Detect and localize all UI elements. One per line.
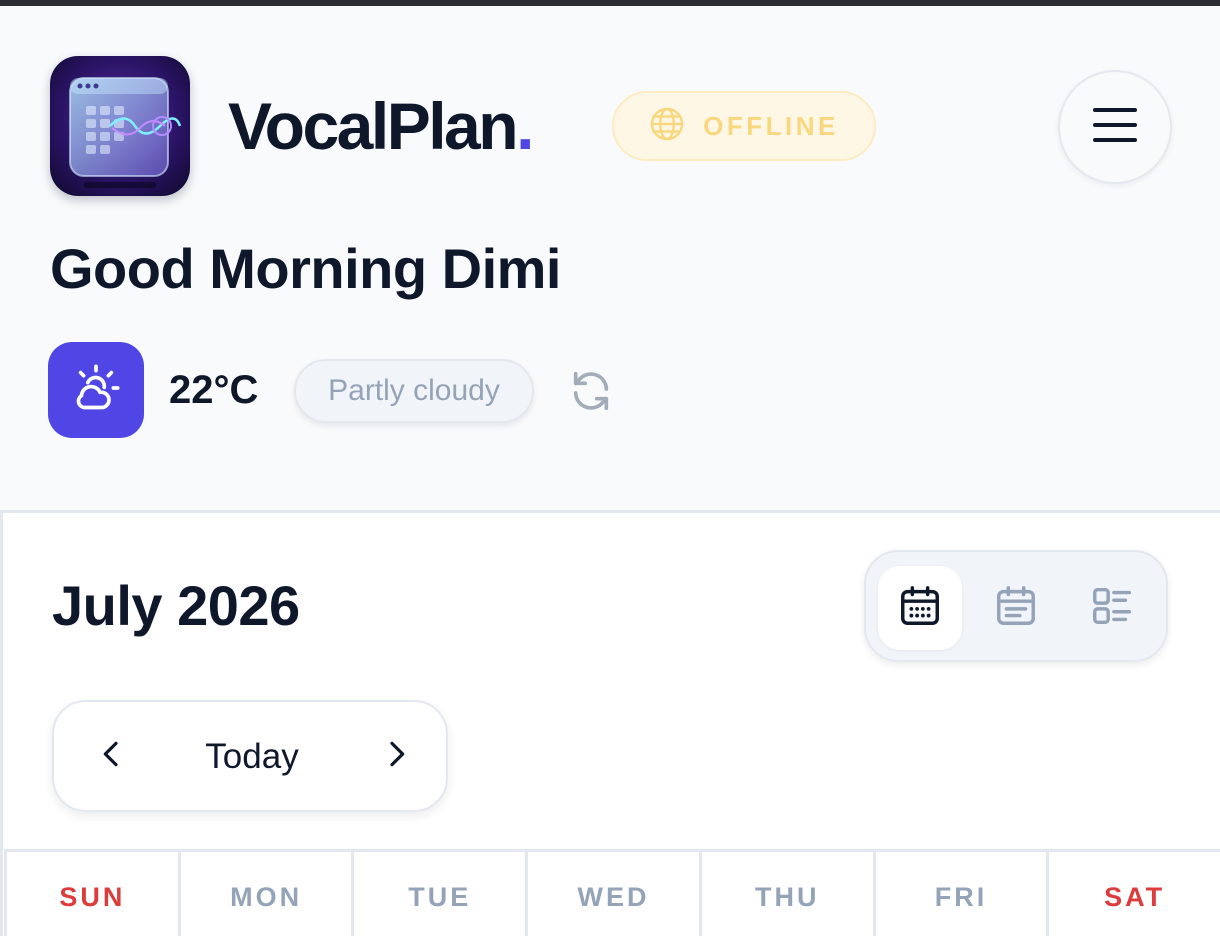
today-button[interactable]: Today bbox=[174, 732, 330, 782]
weekday-wed: WED bbox=[525, 852, 699, 936]
offline-status-label: OFFLINE bbox=[703, 110, 839, 141]
greeting-heading: Good Morning Dimi bbox=[50, 237, 561, 300]
temperature-value: 22°C bbox=[169, 368, 259, 412]
calendar-view-switcher bbox=[864, 550, 1168, 662]
weekday-fri: FRI bbox=[872, 852, 1047, 936]
weekday-mon: MON bbox=[177, 852, 352, 936]
app-name-dot: . bbox=[516, 89, 534, 163]
week-view-button[interactable] bbox=[974, 566, 1058, 650]
month-view-button[interactable] bbox=[878, 566, 962, 650]
globe-icon bbox=[649, 106, 685, 147]
weather-badge bbox=[48, 342, 144, 438]
chevron-left-icon bbox=[96, 738, 128, 775]
weekday-header-row: SUN MON TUE WED THU FRI SAT bbox=[4, 849, 1220, 936]
chevron-right-icon bbox=[380, 738, 412, 775]
week-view-icon bbox=[993, 583, 1039, 634]
weekday-sat: SAT bbox=[1046, 852, 1220, 936]
weekday-thu: THU bbox=[698, 852, 873, 936]
refresh-weather-icon[interactable] bbox=[568, 368, 614, 414]
weather-condition-pill: Partly cloudy bbox=[294, 359, 534, 423]
list-view-button[interactable] bbox=[1070, 566, 1154, 650]
weekday-sun: SUN bbox=[4, 852, 178, 936]
app-name-text: VocalPlan bbox=[228, 89, 519, 163]
previous-month-button[interactable] bbox=[90, 734, 134, 778]
list-view-icon bbox=[1089, 583, 1135, 634]
partly-cloudy-icon bbox=[70, 362, 122, 419]
calendar-month-title: July 2026 bbox=[52, 574, 300, 637]
menu-button[interactable] bbox=[1058, 70, 1172, 184]
date-navigation: Today bbox=[52, 700, 448, 812]
top-window-bar bbox=[0, 0, 1220, 6]
weather-condition-label: Partly cloudy bbox=[328, 374, 500, 407]
weekday-tue: TUE bbox=[351, 852, 525, 936]
app-logo bbox=[50, 56, 190, 196]
offline-status-badge: OFFLINE bbox=[612, 91, 876, 161]
app-name: VocalPlan. bbox=[228, 86, 534, 166]
month-view-icon bbox=[897, 583, 943, 634]
hamburger-menu-icon bbox=[1091, 105, 1139, 150]
next-month-button[interactable] bbox=[374, 734, 418, 778]
